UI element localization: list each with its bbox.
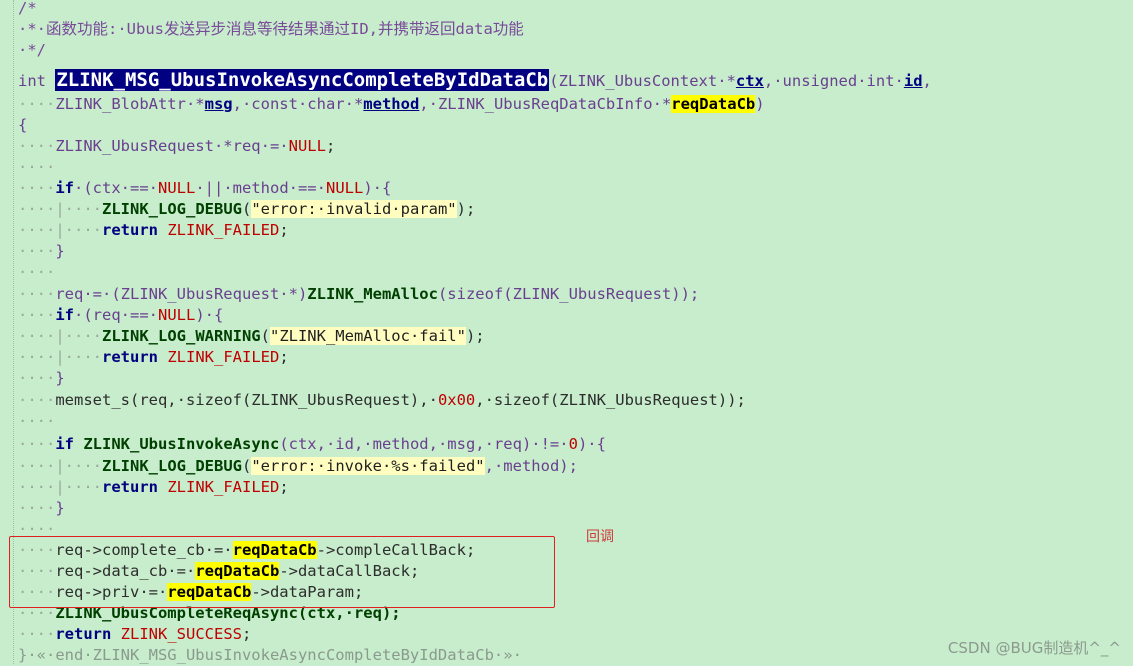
null-const: NULL <box>325 179 364 197</box>
invoke-args: (ctx,·id,·method,·msg,·req)·!=· <box>279 435 569 453</box>
if-keyword: if <box>55 179 74 197</box>
null-const: NULL <box>288 137 326 155</box>
cond-text: )·{ <box>577 435 606 453</box>
cond-text: ·(req·==· <box>74 306 158 324</box>
param-type: ,·unsigned·int· <box>763 72 904 90</box>
cond-text: )·{ <box>195 306 224 324</box>
memset-text: memset_s(req,·sizeof(ZLINK_UbusRequest),… <box>55 391 438 409</box>
failed-const: ZLINK_FAILED <box>167 348 280 366</box>
comment-open: /* <box>18 0 37 17</box>
null-const: NULL <box>158 306 196 324</box>
alloc-text: req·=·(ZLINK_UbusRequest·*) <box>55 285 308 303</box>
if-keyword: if <box>55 435 74 453</box>
param-id: id <box>903 72 923 90</box>
return-keyword: return <box>55 625 112 643</box>
punct: , <box>922 72 932 90</box>
comment-body: ·*·函数功能:·Ubus发送异步消息等待结果通过ID,并携带返回data功能 <box>18 20 524 38</box>
callback-annotation: 回调 <box>586 529 614 545</box>
cond-text: ·||·method·==· <box>195 179 326 197</box>
comment-close: ·*/ <box>18 41 46 59</box>
end-comment: }·«·end·ZLINK_MSG_UbusInvokeAsyncComplet… <box>18 646 522 664</box>
log-warning-line: ····|····ZLINK_LOG_WARNING("ZLINK_MemAll… <box>18 327 485 345</box>
cond-text: ·(ctx·==· <box>74 179 158 197</box>
param-msg: msg <box>204 95 233 113</box>
failed-const: ZLINK_FAILED <box>167 221 280 239</box>
brace-close-line: ····} <box>18 242 65 260</box>
string-literal: "error:·invalid·param" <box>251 200 457 218</box>
memset-line: ····memset_s(req,·sizeof(ZLINK_UbusReque… <box>18 391 746 409</box>
failed-const: ZLINK_FAILED <box>167 478 280 496</box>
punct: ; <box>242 625 252 643</box>
log-debug-line-2: ····|····ZLINK_LOG_DEBUG("error:·invoke·… <box>18 457 578 475</box>
watermark: CSDN @BUG制造机^_^ <box>947 639 1121 657</box>
brace-close: } <box>55 499 65 517</box>
log-args: ,·method); <box>484 457 578 475</box>
brace-close-line: ····} <box>18 369 65 387</box>
brace-close: } <box>55 369 65 387</box>
if-line-1: ····if·(ctx·==·NULL·||·method·==·NULL)·{ <box>18 179 392 197</box>
memalloc-fn: ZLINK_MemAlloc <box>307 285 438 303</box>
string-literal: "error:·invoke·%s·failed" <box>251 457 485 475</box>
zero-literal: 0 <box>568 435 578 453</box>
callback-highlight-box <box>9 536 555 608</box>
punct: ; <box>279 221 289 239</box>
null-const: NULL <box>158 179 196 197</box>
decl-line: ····ZLINK_UbusRequest·*req·=·NULL; <box>18 137 336 155</box>
cond-text: )·{ <box>363 179 392 197</box>
param-type: ,·ZLINK_UbusReqDataCbInfo·* <box>419 95 672 113</box>
memset-text: ,·sizeof(ZLINK_UbusRequest)); <box>475 391 746 409</box>
signature-line-1: int ZLINK_MSG_UbusInvokeAsyncCompleteByI… <box>18 69 932 91</box>
log-debug-fn: ZLINK_LOG_DEBUG <box>102 457 242 475</box>
alloc-text: (sizeof(ZLINK_UbusRequest)); <box>437 285 700 303</box>
return-line: ····|····return ZLINK_FAILED; <box>18 348 289 366</box>
type-int: int <box>18 72 46 90</box>
brace-open: { <box>18 116 28 134</box>
if-line-3: ····if ZLINK_UbusInvokeAsync(ctx,·id,·me… <box>18 435 606 453</box>
hex-literal: 0x00 <box>437 391 476 409</box>
blank-line: ···· <box>18 263 56 281</box>
alloc-line: ····req·=·(ZLINK_UbusRequest·*)ZLINK_Mem… <box>18 285 700 303</box>
param-method: method <box>363 95 420 113</box>
blank-line: ···· <box>18 158 56 176</box>
log-warning-fn: ZLINK_LOG_WARNING <box>102 327 261 345</box>
return-keyword: return <box>102 478 158 496</box>
punct: ; <box>325 137 336 155</box>
function-name[interactable]: ZLINK_MSG_UbusInvokeAsyncCompleteByIdDat… <box>55 69 550 91</box>
punct: ) <box>755 95 765 113</box>
return-keyword: return <box>102 348 158 366</box>
success-const: ZLINK_SUCCESS <box>120 625 242 643</box>
punct: ; <box>279 348 289 366</box>
brace-close-line: ····} <box>18 499 65 517</box>
param-type: ZLINK_BlobAttr·* <box>55 95 205 113</box>
return-keyword: return <box>102 221 158 239</box>
return-line: ····|····return ZLINK_FAILED; <box>18 221 289 239</box>
param-type: ,·const·char·* <box>232 95 364 113</box>
log-debug-line: ····|····ZLINK_LOG_DEBUG("error:·invalid… <box>18 200 476 218</box>
param-reqdatacb: reqDataCb <box>671 95 756 113</box>
punct: ; <box>279 478 289 496</box>
param-ctx: ctx <box>735 72 764 90</box>
string-literal: "ZLINK_MemAlloc·fail" <box>269 327 466 345</box>
signature-line-2: ····ZLINK_BlobAttr·*msg,·const·char·*met… <box>18 95 765 113</box>
if-line-2: ····if·(req·==·NULL)·{ <box>18 306 224 324</box>
return-line: ····|····return ZLINK_FAILED; <box>18 478 289 496</box>
blank-line: ···· <box>18 412 56 430</box>
brace-close: } <box>55 242 65 260</box>
param-type: ZLINK_UbusContext·* <box>558 72 736 90</box>
invoke-fn: ZLINK_UbusInvokeAsync <box>83 435 280 453</box>
decl-text: ZLINK_UbusRequest·*req·=· <box>55 137 289 155</box>
if-keyword: if <box>55 306 74 324</box>
return-success-line: ····return ZLINK_SUCCESS; <box>18 625 252 643</box>
log-debug-fn: ZLINK_LOG_DEBUG <box>102 200 242 218</box>
